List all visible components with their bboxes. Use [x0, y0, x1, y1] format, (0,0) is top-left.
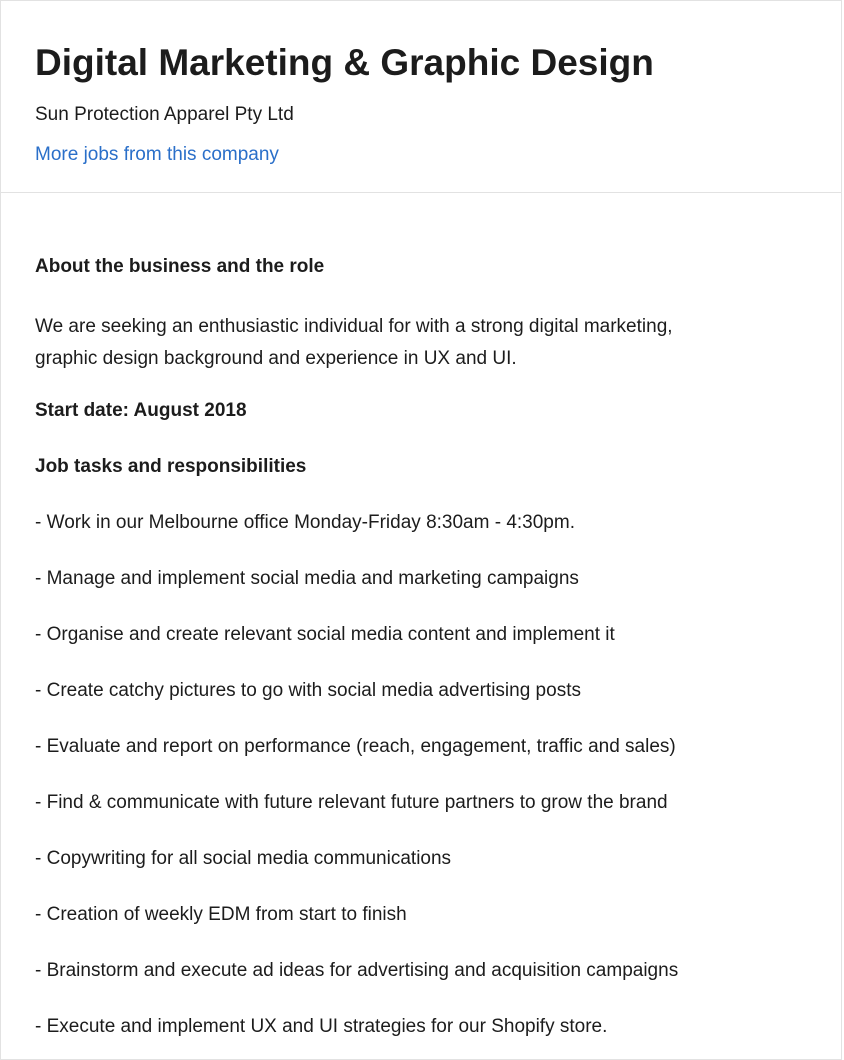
job-title: Digital Marketing & Graphic Design: [35, 42, 654, 83]
job-card: Digital Marketing & Graphic Design Sun P…: [0, 0, 842, 1060]
task-item: - Evaluate and report on performance (re…: [35, 736, 676, 757]
task-item: - Organise and create relevant social me…: [35, 624, 615, 645]
task-list: - Work in our Melbourne office Monday-Fr…: [35, 511, 807, 1039]
company-name: Sun Protection Apparel Pty Ltd: [35, 104, 294, 125]
task-item: - Manage and implement social media and …: [35, 568, 579, 589]
task-item: - Work in our Melbourne office Monday-Fr…: [35, 512, 575, 533]
task-item: - Execute and implement UX and UI strate…: [35, 1016, 608, 1037]
about-text: We are seeking an enthusiastic individua…: [35, 316, 673, 369]
job-header: Digital Marketing & Graphic Design Sun P…: [1, 1, 841, 193]
more-jobs-link[interactable]: More jobs from this company: [35, 143, 279, 167]
start-date: Start date: August 2018: [35, 400, 247, 421]
task-item: - Brainstorm and execute ad ideas for ad…: [35, 960, 679, 981]
job-description: About the business and the role We are s…: [1, 193, 841, 1039]
about-heading: About the business and the role: [35, 256, 325, 277]
task-item: - Create catchy pictures to go with soci…: [35, 680, 581, 701]
task-item: - Find & communicate with future relevan…: [35, 792, 668, 813]
tasks-heading: Job tasks and responsibilities: [35, 456, 307, 477]
task-item: - Copywriting for all social media commu…: [35, 848, 452, 869]
task-item: - Creation of weekly EDM from start to f…: [35, 904, 407, 925]
